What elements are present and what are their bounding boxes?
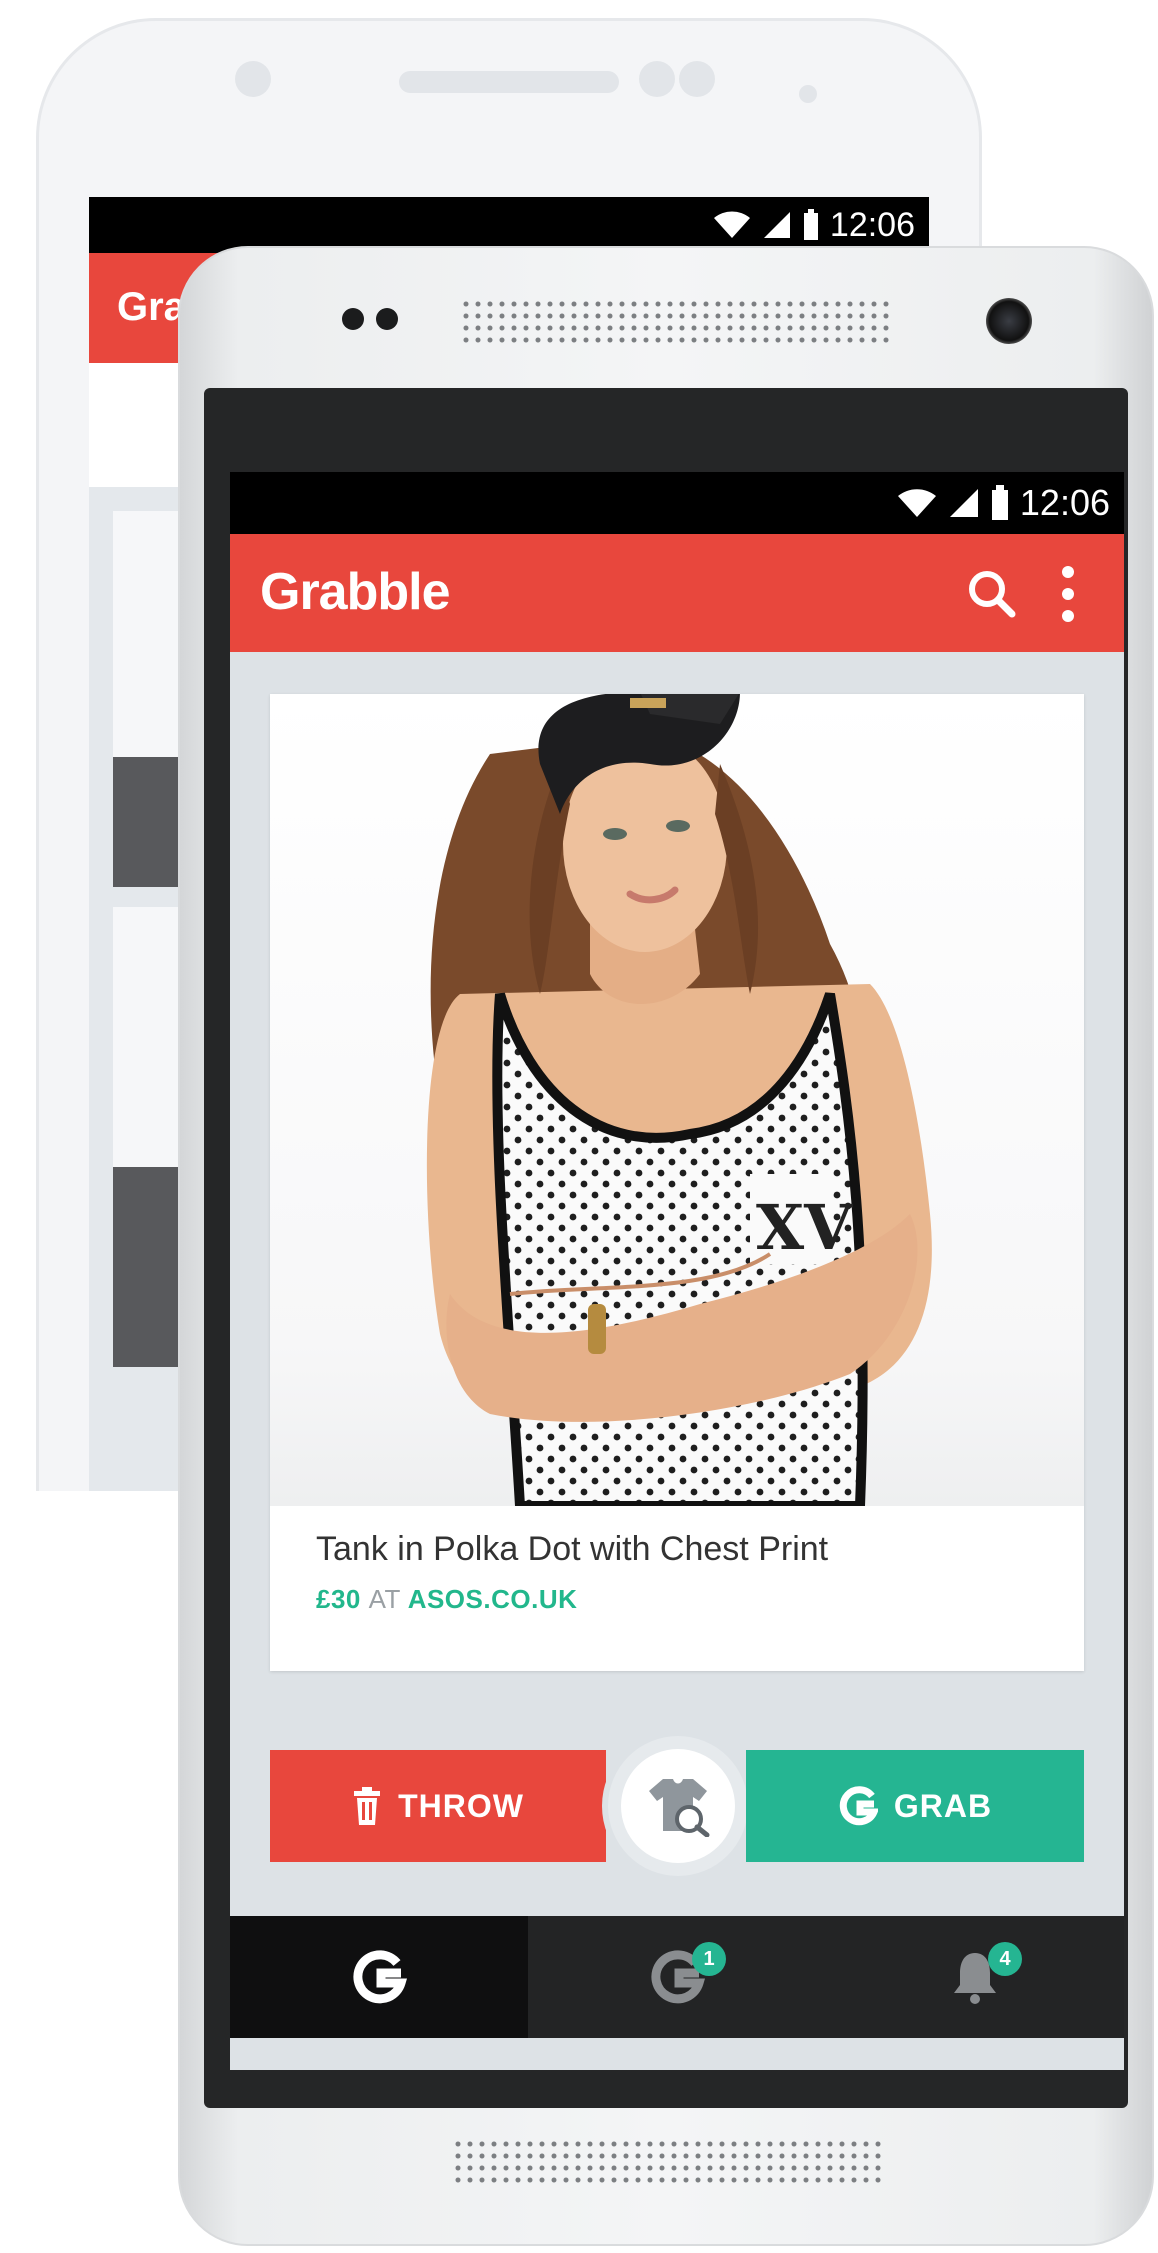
status-bar: 12:06 (230, 472, 1124, 534)
top-speaker-grille (460, 298, 890, 348)
model-polka-dot-tank-photo: XV (426, 694, 932, 1506)
back-status-time: 12:06 (829, 205, 915, 244)
grab-logo-icon (839, 1786, 878, 1826)
back-card-block (113, 757, 183, 887)
app-bar: Grabble (230, 534, 1124, 652)
back-front-camera (235, 61, 271, 97)
browse-similar-button[interactable] (608, 1736, 748, 1876)
back-earpiece (399, 71, 619, 93)
grab-button[interactable]: GRAB (746, 1750, 1084, 1862)
bottom-speaker-grille (452, 2138, 882, 2188)
grab-hand-icon (353, 1950, 407, 2004)
shirt-search-icon (649, 1779, 710, 1837)
liked-count-badge: 1 (692, 1942, 726, 1976)
battery-icon (991, 485, 1008, 520)
product-card[interactable]: XV Tank in Polka Dot with Chest Print £3… (270, 694, 1084, 1671)
tab-liked[interactable]: 1 (528, 1916, 826, 2038)
search-icon[interactable] (966, 568, 1018, 620)
product-at: AT (368, 1584, 401, 1614)
wifi-icon (713, 211, 750, 238)
back-card-block (113, 1167, 183, 1367)
grab-label: GRAB (893, 1787, 993, 1824)
throw-label: THROW (398, 1787, 524, 1824)
front-sensor-left (342, 308, 364, 330)
status-time: 12:06 (1019, 482, 1110, 523)
app-logo: Grabble (260, 563, 450, 621)
notifications-count-badge: 4 (988, 1942, 1022, 1976)
svg-text:XV: XV (756, 1191, 853, 1264)
product-title: Tank in Polka Dot with Chest Print (316, 1530, 829, 1568)
back-sensor-right (679, 61, 715, 97)
signal-icon (763, 212, 790, 238)
front-sensor-right (376, 308, 398, 330)
back-status-bar: 12:06 (89, 197, 929, 253)
back-sensor-left (639, 61, 675, 97)
browse-similar-inner (621, 1749, 735, 1863)
product-price-store: £30 AT ASOS.CO.UK (316, 1584, 577, 1615)
overflow-menu-icon[interactable] (1058, 564, 1078, 624)
product-photo: XV (270, 694, 1084, 1506)
product-store[interactable]: ASOS.CO.UK (408, 1584, 578, 1614)
front-camera (986, 298, 1032, 344)
battery-icon (803, 209, 818, 240)
bottom-tab-bar: 1 4 (230, 1916, 1124, 2038)
back-light-sensor (799, 85, 817, 103)
product-price: £30 (316, 1584, 361, 1614)
wifi-icon (897, 489, 936, 517)
throw-button[interactable]: THROW (270, 1750, 606, 1862)
tab-grab[interactable] (230, 1916, 528, 2038)
signal-icon (949, 489, 978, 517)
app-screen: 12:06 Grabble XV Tank in Polka Dot with … (230, 472, 1124, 2070)
trash-icon (354, 1787, 381, 1825)
tab-notifications[interactable]: 4 (826, 1916, 1124, 2038)
front-phone: 12:06 Grabble XV Tank in Polka Dot with … (178, 246, 1154, 2246)
